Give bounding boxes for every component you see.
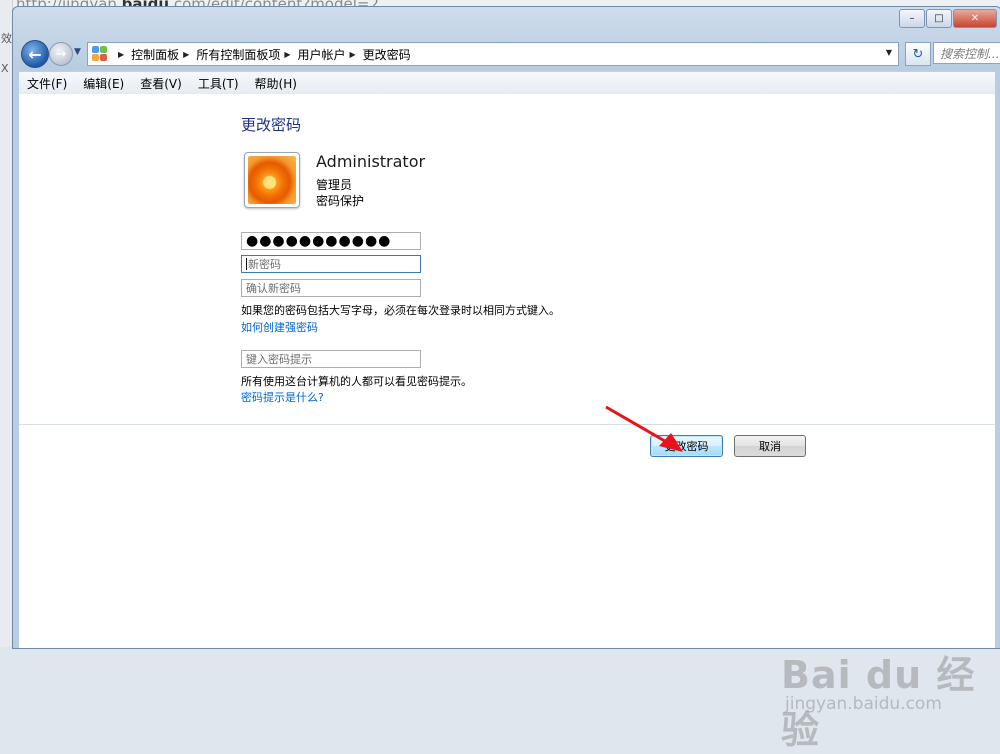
background-char: X (1, 62, 9, 75)
new-password-placeholder: 新密码 (248, 258, 281, 271)
user-avatar (244, 152, 300, 208)
content-pane: 更改密码 Administrator 管理员 密码保护 ●●●●●●●●●●● … (19, 94, 995, 752)
password-hint-field[interactable]: 键入密码提示 (241, 350, 421, 368)
user-name: Administrator (316, 152, 426, 171)
strong-password-link[interactable]: 如何创建强密码 (241, 319, 318, 335)
chevron-right-icon[interactable]: ▶ (183, 50, 189, 59)
chevron-right-icon[interactable]: ▶ (284, 50, 290, 59)
cancel-button[interactable]: 取消 (734, 435, 806, 457)
chevron-right-icon[interactable]: ▶ (350, 50, 356, 59)
user-role: 管理员 (316, 178, 353, 192)
navigation-bar: ← → ▼ ▶ 控制面板 ▶ 所有控制面板项 ▶ 用户帐户 ▶ 更改密码 ▼ ↻ (19, 39, 1000, 68)
forward-arrow-icon[interactable]: → (49, 42, 73, 66)
page-title: 更改密码 (241, 116, 302, 134)
case-sensitivity-note: 如果您的密码包括大写字母，必须在每次登录时以相同方式键入。 (241, 304, 560, 317)
menu-file[interactable]: 文件(F) (19, 75, 75, 92)
breadcrumb-item[interactable]: 控制面板 (131, 46, 179, 63)
password-hint-link[interactable]: 密码提示是什么? (241, 389, 324, 405)
flower-picture-icon (248, 156, 296, 204)
menu-view[interactable]: 查看(V) (132, 75, 190, 92)
watermark-domain: jingyan.baidu.com (785, 694, 942, 714)
back-arrow-icon[interactable]: ← (21, 40, 49, 68)
annotation-arrow (605, 405, 683, 452)
chevron-right-icon[interactable]: ▶ (118, 50, 124, 59)
address-bar[interactable]: ▶ 控制面板 ▶ 所有控制面板项 ▶ 用户帐户 ▶ 更改密码 ▼ (87, 42, 899, 66)
menu-edit[interactable]: 编辑(E) (75, 75, 132, 92)
control-panel-icon (92, 46, 108, 62)
address-dropdown-icon[interactable]: ▼ (886, 48, 892, 57)
current-password-field[interactable]: ●●●●●●●●●●● (241, 232, 421, 250)
search-input[interactable]: 搜索控制... (933, 42, 1000, 64)
breadcrumb: ▶ 控制面板 ▶ 所有控制面板项 ▶ 用户帐户 ▶ 更改密码 (114, 46, 411, 63)
breadcrumb-item[interactable]: 更改密码 (363, 46, 411, 63)
control-panel-window: – □ ✕ ← → ▼ ▶ 控制面板 ▶ 所有控制面板项 ▶ 用户帐户 ▶ 更改… (12, 6, 1000, 752)
user-password-status: 密码保护 (316, 194, 365, 208)
new-password-field[interactable]: 新密码 (241, 255, 421, 273)
maximize-icon[interactable]: □ (926, 9, 952, 28)
menu-tools[interactable]: 工具(T) (190, 75, 247, 92)
text-caret (246, 258, 247, 270)
menu-bar: 文件(F) 编辑(E) 查看(V) 工具(T) 帮助(H) (19, 71, 995, 95)
close-icon[interactable]: ✕ (953, 9, 997, 28)
caption-buttons: – □ ✕ (899, 9, 997, 28)
confirm-password-field[interactable]: 确认新密码 (241, 279, 421, 297)
divider (19, 424, 995, 425)
baidu-watermark: Bai du 经验 jingyan.baidu.com (781, 624, 981, 752)
history-dropdown-icon[interactable]: ▼ (74, 47, 81, 57)
background-char: 效 (1, 32, 12, 45)
refresh-icon[interactable]: ↻ (905, 42, 931, 66)
change-password-button[interactable]: 更改密码 (650, 435, 723, 457)
breadcrumb-item[interactable]: 所有控制面板项 (196, 46, 280, 63)
menu-help[interactable]: 帮助(H) (247, 75, 305, 92)
breadcrumb-item[interactable]: 用户帐户 (298, 46, 346, 63)
minimize-icon[interactable]: – (899, 9, 925, 28)
hint-visibility-note: 所有使用这台计算机的人都可以看见密码提示。 (241, 375, 472, 388)
